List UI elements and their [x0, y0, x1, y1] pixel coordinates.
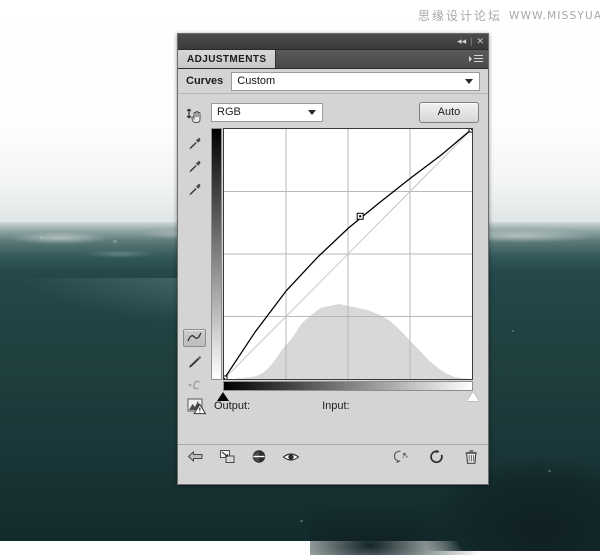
clip-to-layer-button[interactable] [218, 449, 236, 467]
titlebar-separator: | [470, 35, 472, 47]
water-speck [548, 470, 551, 472]
return-to-adjustment-list-button[interactable] [186, 449, 204, 467]
collapse-to-icons-icon[interactable]: ◂◂ [457, 35, 466, 47]
water-speck [113, 240, 117, 243]
black-point-eyedropper[interactable] [184, 135, 206, 154]
pencil-icon [186, 353, 204, 371]
panel-footer-right-group [392, 449, 480, 467]
eye-icon [282, 450, 300, 467]
panel-menu-button[interactable] [469, 53, 483, 64]
gray-point-eyedropper[interactable] [184, 158, 206, 177]
curve-tool[interactable] [183, 329, 206, 346]
toggle-before-after-button[interactable] [250, 449, 268, 467]
panel-body: RGB Auto [178, 94, 488, 394]
input-label: Input: [322, 400, 350, 412]
back-arrow-icon [187, 449, 204, 467]
curves-grid[interactable] [223, 128, 473, 380]
adjustment-type-label: Curves [186, 75, 223, 87]
water-speck [40, 236, 43, 239]
eyedropper-icon [186, 158, 204, 176]
hand-updown-icon [185, 106, 205, 126]
curves-main-column: RGB Auto [211, 94, 488, 394]
pencil-tool[interactable] [184, 353, 206, 372]
eyedropper-icon [186, 135, 204, 153]
reset-button[interactable] [427, 449, 445, 467]
water-speck [300, 520, 303, 522]
black-input-slider[interactable] [217, 392, 229, 401]
preset-row: Curves Custom [178, 69, 488, 94]
smooth-curve-button[interactable] [184, 375, 206, 394]
white-point-eyedropper[interactable] [184, 180, 206, 199]
titlebar-controls: ◂◂ | ✕ [457, 35, 484, 47]
reset-circular-arrow-icon [428, 449, 445, 468]
on-image-adjust-tool[interactable] [184, 106, 206, 126]
panel-footer-toolbar [178, 444, 488, 471]
input-gradient-bar [223, 381, 473, 391]
site-watermark: 思缘设计论坛 WWW.MISSYUAN.COM [418, 7, 600, 24]
water-speck [512, 330, 514, 332]
preset-dropdown[interactable]: Custom [231, 72, 480, 91]
close-icon[interactable]: ✕ [476, 35, 484, 47]
smooth-squiggle-icon [186, 378, 204, 392]
output-label: Output: [214, 400, 250, 412]
channel-dropdown-value: RGB [217, 106, 241, 118]
channel-dropdown[interactable]: RGB [211, 103, 323, 122]
curves-tool-column [178, 94, 211, 394]
panel-filler-space [178, 418, 488, 444]
clip-to-layer-icon [219, 449, 236, 467]
channel-row: RGB Auto [211, 99, 479, 125]
auto-button[interactable]: Auto [419, 102, 479, 123]
delete-layer-button[interactable] [462, 449, 480, 467]
white-input-slider[interactable] [467, 392, 479, 401]
curves-plot[interactable] [224, 129, 472, 379]
panel-titlebar[interactable]: ◂◂ | ✕ [178, 34, 488, 50]
output-gradient-bar [211, 128, 222, 380]
panel-menu-lines-icon [474, 53, 483, 64]
preset-dropdown-value: Custom [237, 75, 275, 87]
toggle-mask-button[interactable] [392, 449, 410, 467]
watermark-en-text: WWW.MISSYUAN.COM [509, 10, 600, 22]
watermark-cn-text: 思缘设计论坛 [418, 7, 502, 24]
adjustments-panel: ◂◂ | ✕ ADJUSTMENTS Curves Custom [177, 33, 489, 485]
toggle-layer-visibility-button[interactable] [282, 449, 300, 467]
tabbar-empty-area [276, 50, 488, 68]
chevron-down-icon [308, 110, 316, 115]
panel-tabbar: ADJUSTMENTS [178, 50, 488, 69]
eyedropper-icon [186, 181, 204, 199]
panel-menu-triangle-icon [469, 56, 472, 62]
trash-icon [464, 449, 479, 468]
tab-adjustments[interactable]: ADJUSTMENTS [178, 50, 276, 68]
histogram-warning-icon[interactable] [186, 396, 208, 416]
curve-icon [186, 331, 203, 344]
mask-swirl-icon [392, 449, 410, 467]
half-circle-icon [251, 449, 267, 467]
chevron-down-icon [465, 79, 473, 84]
